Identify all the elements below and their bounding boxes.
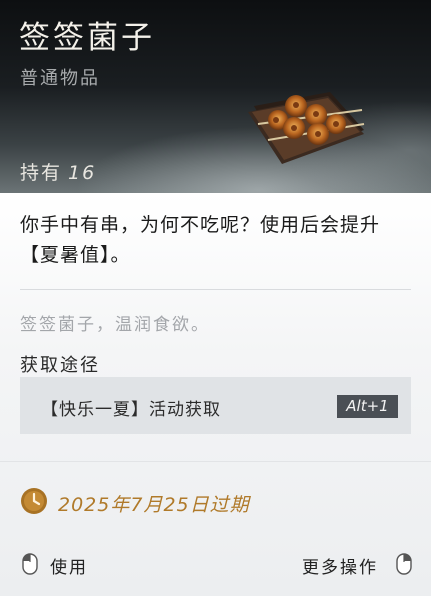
divider: [20, 289, 411, 290]
owned-count-row: 持有 16: [20, 158, 96, 185]
item-category: 普通物品: [20, 68, 100, 89]
hotkey-badge: Alt+1: [337, 395, 398, 418]
divider: [0, 461, 431, 462]
item-tooltip-card: 签签菌子 普通物品 持有 16 你手中有串，为何不吃呢？使用后会提升【夏暑值】。…: [0, 0, 431, 596]
item-details: 你手中有串，为何不吃呢？使用后会提升【夏暑值】。 签签菌子，温润食欲。 获取途径…: [0, 193, 431, 596]
owned-label: 持有: [20, 162, 63, 184]
acquisition-source-text: 【快乐一夏】活动获取: [41, 400, 221, 420]
item-description: 你手中有串，为何不吃呢？使用后会提升【夏暑值】。: [20, 214, 381, 266]
acquisition-title: 获取途径: [20, 355, 100, 376]
acquisition-source[interactable]: 【快乐一夏】活动获取 Alt+1: [20, 377, 411, 434]
skewered-mushroom-plate-icon: [248, 92, 365, 164]
flavor-text: 签签菌子，温润食欲。: [20, 315, 210, 335]
item-name: 签签菌子: [19, 20, 155, 56]
action-footer: 使用 更多操作: [0, 543, 431, 596]
more-actions-button[interactable]: 更多操作: [302, 549, 412, 579]
right-mouse-icon: [396, 553, 412, 575]
item-header: 签签菌子 普通物品 持有 16: [0, 0, 431, 193]
more-actions-label: 更多操作: [302, 558, 378, 578]
expiry-text: 2025年7月25日过期: [58, 494, 250, 516]
owned-count: 16: [68, 162, 97, 184]
use-label: 使用: [50, 558, 88, 578]
left-mouse-icon: [22, 553, 38, 575]
clock-icon: [21, 488, 47, 514]
